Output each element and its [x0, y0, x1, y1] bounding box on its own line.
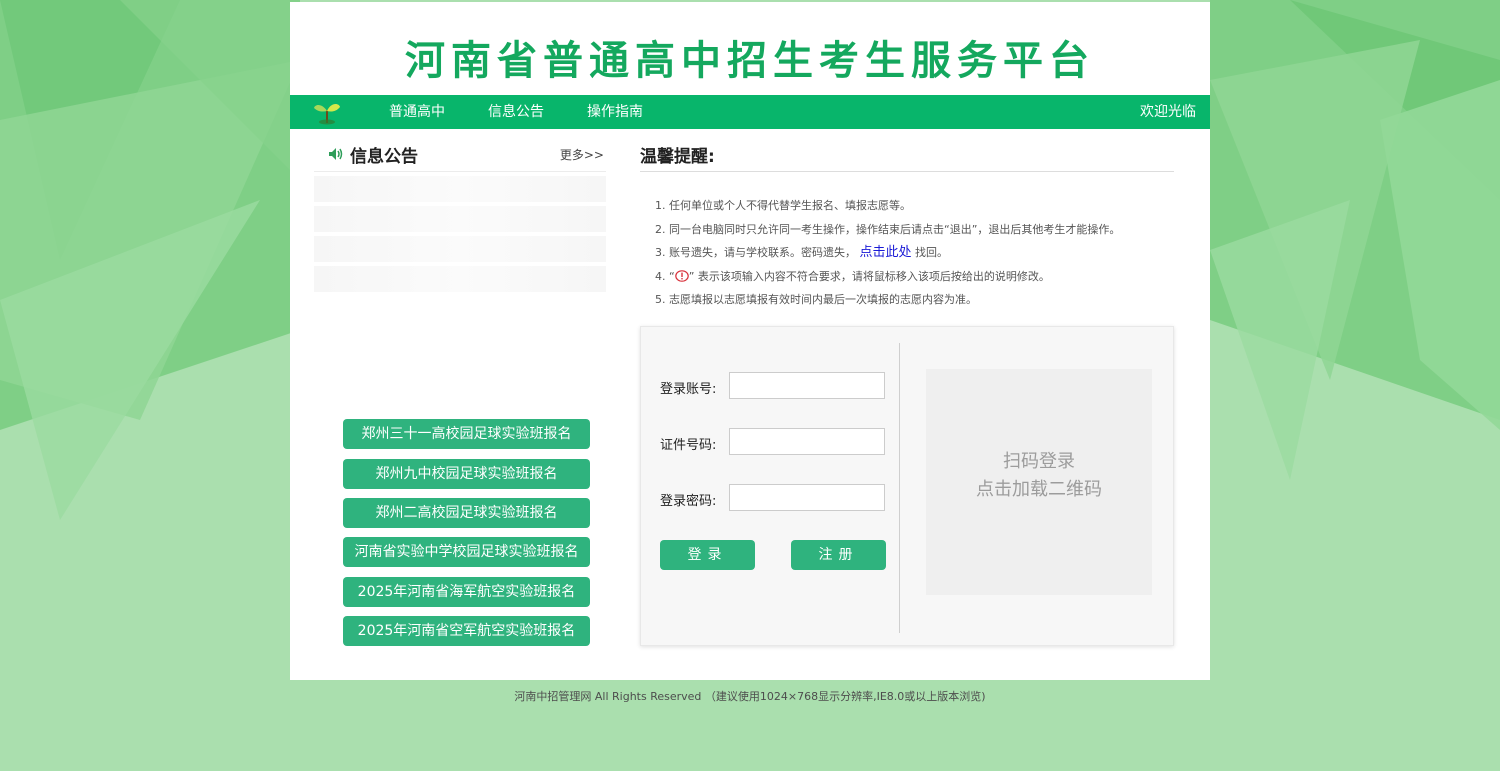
list-item[interactable] — [314, 236, 606, 262]
tip-item: 5. 志愿填报以志愿填报有效时间内最后一次填报的志愿内容为准。 — [655, 293, 977, 306]
list-item[interactable] — [314, 206, 606, 232]
notice-title: 信息公告 — [350, 147, 418, 167]
signup-button-henan-experimental-football[interactable]: 河南省实验中学校园足球实验班报名 — [343, 537, 590, 567]
sprout-logo-icon — [314, 104, 340, 125]
site-title: 河南省普通高中招生考生服务平台 — [405, 38, 1095, 84]
nav-bar: 普通高中 信息公告 操作指南 欢迎光临 — [290, 95, 1210, 129]
tip-text: 找回。 — [915, 246, 949, 259]
notice-header: 信息公告 更多>> — [314, 142, 606, 172]
qr-login-title: 扫码登录 — [1003, 451, 1075, 472]
qr-load-hint: 点击加载二维码 — [976, 479, 1102, 500]
tip-text: ” 表示该项输入内容不符合要求，请将鼠标移入该项后按给出的说明修改。 — [688, 269, 1050, 283]
tip-item: 3. 账号遗失，请与学校联系。密码遗失， 点击此处 找回。 — [655, 241, 1175, 265]
nav-item-announcements[interactable]: 信息公告 — [488, 95, 544, 129]
tip-item: 2. 同一台电脑同时只允许同一考生操作，操作结束后请点击“退出”，退出后其他考生… — [655, 222, 1121, 236]
tips-login-panel: 温馨提醒: 1. 任何单位或个人不得代替学生报名、填报志愿等。 2. 同一台电脑… — [640, 142, 1174, 646]
tip-item: 1. 任何单位或个人不得代替学生报名、填报志愿等。 — [655, 199, 911, 212]
footer: 河南中招管理网 All Rights Reserved （建议使用1024×76… — [514, 690, 986, 703]
id-number-input[interactable] — [729, 428, 885, 455]
qr-login-area[interactable]: 扫码登录 点击加载二维码 — [926, 369, 1152, 595]
speaker-icon — [329, 148, 343, 160]
warning-icon — [674, 269, 689, 282]
welcome-text: 欢迎光临 — [1140, 104, 1196, 120]
signup-button-navy-aviation[interactable]: 2025年河南省海军航空实验班报名 — [343, 577, 590, 607]
account-label: 登录账号: — [660, 382, 717, 397]
nav-item-ordinary-high-school[interactable]: 普通高中 — [389, 95, 445, 129]
login-divider — [899, 343, 900, 633]
notice-list — [314, 176, 606, 306]
login-button[interactable]: 登录 — [660, 540, 755, 570]
list-item[interactable] — [314, 176, 606, 202]
recover-password-link[interactable]: 点击此处 — [860, 245, 912, 260]
password-input[interactable] — [729, 484, 885, 511]
tips-list: 1. 任何单位或个人不得代替学生报名、填报志愿等。 2. 同一台电脑同时只允许同… — [655, 194, 1175, 312]
tips-title: 温馨提醒: — [640, 142, 1174, 172]
more-link[interactable]: 更多>> — [560, 146, 604, 163]
signup-button-zz2-football[interactable]: 郑州二高校园足球实验班报名 — [343, 498, 590, 528]
main-container: 河南省普通高中招生考生服务平台 普通高中 信息公告 操作指南 欢迎光临 信息公告… — [290, 2, 1210, 680]
signup-button-zz31-football[interactable]: 郑州三十一高校园足球实验班报名 — [343, 419, 590, 449]
login-box: 登录账号: 证件号码: 登录密码: 登录 注册 扫码登录 点击加载二维码 — [640, 326, 1174, 646]
tip-text: 4. “ — [655, 269, 675, 283]
signup-button-zz9-football[interactable]: 郑州九中校园足球实验班报名 — [343, 459, 590, 489]
list-item[interactable] — [314, 266, 606, 292]
account-input[interactable] — [729, 372, 885, 399]
signup-button-airforce-aviation[interactable]: 2025年河南省空军航空实验班报名 — [343, 616, 590, 646]
notice-panel: 信息公告 更多>> — [314, 142, 606, 292]
password-label: 登录密码: — [660, 494, 717, 509]
tip-text: 3. 账号遗失，请与学校联系。密码遗失， — [655, 246, 856, 259]
nav-item-guide[interactable]: 操作指南 — [587, 95, 643, 129]
register-button[interactable]: 注册 — [791, 540, 886, 570]
id-number-label: 证件号码: — [660, 438, 717, 453]
tip-item: 4. “ ” 表示该项输入内容不符合要求，请将鼠标移入该项后按给出的说明修改。 — [655, 265, 1175, 289]
